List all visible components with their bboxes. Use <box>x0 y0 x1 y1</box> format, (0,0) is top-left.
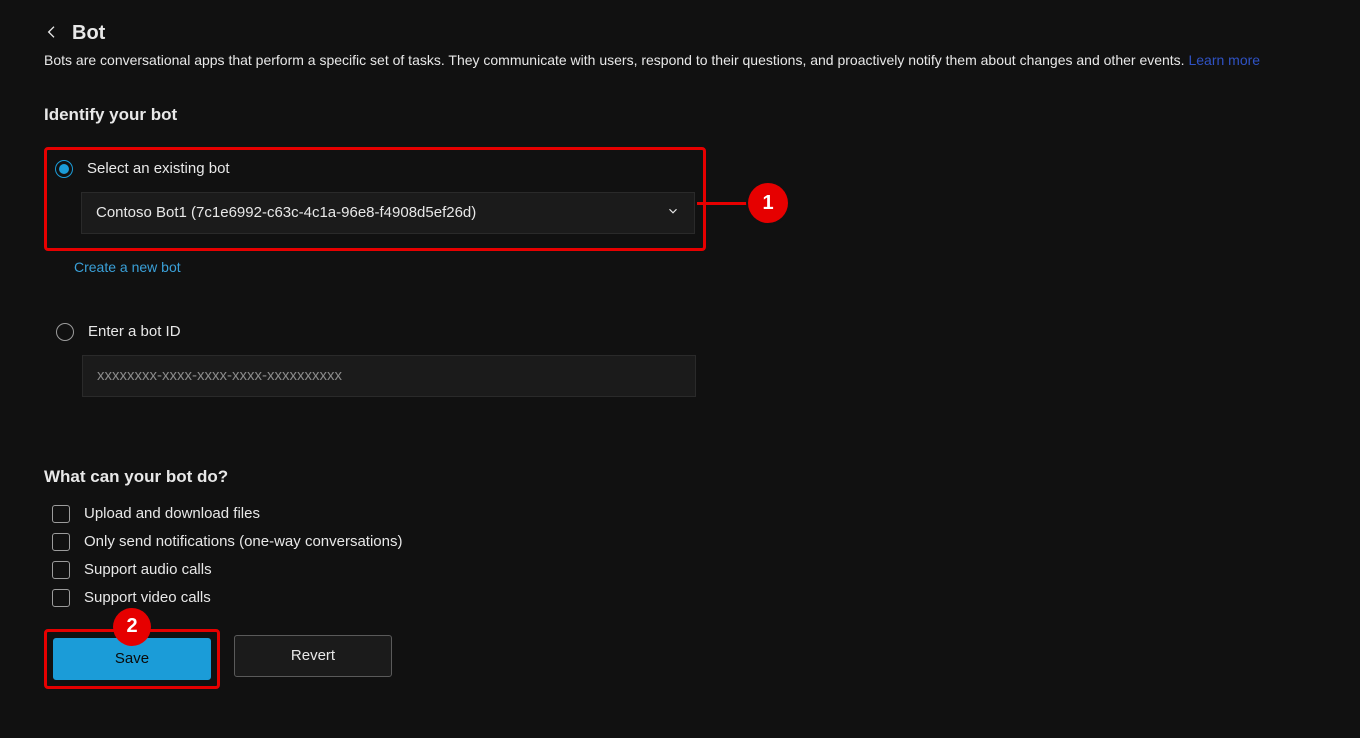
page-title: Bot <box>72 22 105 45</box>
callout-box-1: Select an existing bot Contoso Bot1 (7c1… <box>44 147 706 251</box>
radio-select-existing-label: Select an existing bot <box>87 160 230 177</box>
bot-id-placeholder: xxxxxxxx-xxxx-xxxx-xxxx-xxxxxxxxxx <box>97 367 342 384</box>
checkbox-video-calls-label: Support video calls <box>84 589 211 606</box>
section-capabilities-heading: What can your bot do? <box>44 467 1316 487</box>
learn-more-link[interactable]: Learn more <box>1188 52 1260 68</box>
back-icon[interactable] <box>44 24 60 43</box>
checkbox-notifications-only-label: Only send notifications (one-way convers… <box>84 533 403 550</box>
checkbox-audio-calls-label: Support audio calls <box>84 561 212 578</box>
dropdown-value: Contoso Bot1 (7c1e6992-c63c-4c1a-96e8-f4… <box>96 204 476 221</box>
existing-bot-dropdown[interactable]: Contoso Bot1 (7c1e6992-c63c-4c1a-96e8-f4… <box>81 192 695 234</box>
chevron-down-icon <box>666 204 680 222</box>
radio-select-existing[interactable] <box>55 160 73 178</box>
section-identify-heading: Identify your bot <box>44 105 1316 125</box>
radio-enter-bot-id[interactable] <box>56 323 74 341</box>
page-subtitle: Bots are conversational apps that perfor… <box>44 51 1316 71</box>
checkbox-audio-calls[interactable] <box>52 561 70 579</box>
checkbox-notifications-only[interactable] <box>52 533 70 551</box>
callout-pin-1: 1 <box>748 183 788 223</box>
callout-connector-1 <box>697 202 751 205</box>
subtitle-text: Bots are conversational apps that perfor… <box>44 52 1185 68</box>
create-new-bot-link[interactable]: Create a new bot <box>74 259 1316 275</box>
callout-box-2: 2 Save <box>44 629 220 689</box>
checkbox-upload-files[interactable] <box>52 505 70 523</box>
bot-id-input[interactable]: xxxxxxxx-xxxx-xxxx-xxxx-xxxxxxxxxx <box>82 355 696 397</box>
checkbox-video-calls[interactable] <box>52 589 70 607</box>
callout-pin-2: 2 <box>113 608 151 646</box>
checkbox-upload-files-label: Upload and download files <box>84 505 260 522</box>
radio-enter-bot-id-label: Enter a bot ID <box>88 323 181 340</box>
revert-button[interactable]: Revert <box>234 635 392 677</box>
